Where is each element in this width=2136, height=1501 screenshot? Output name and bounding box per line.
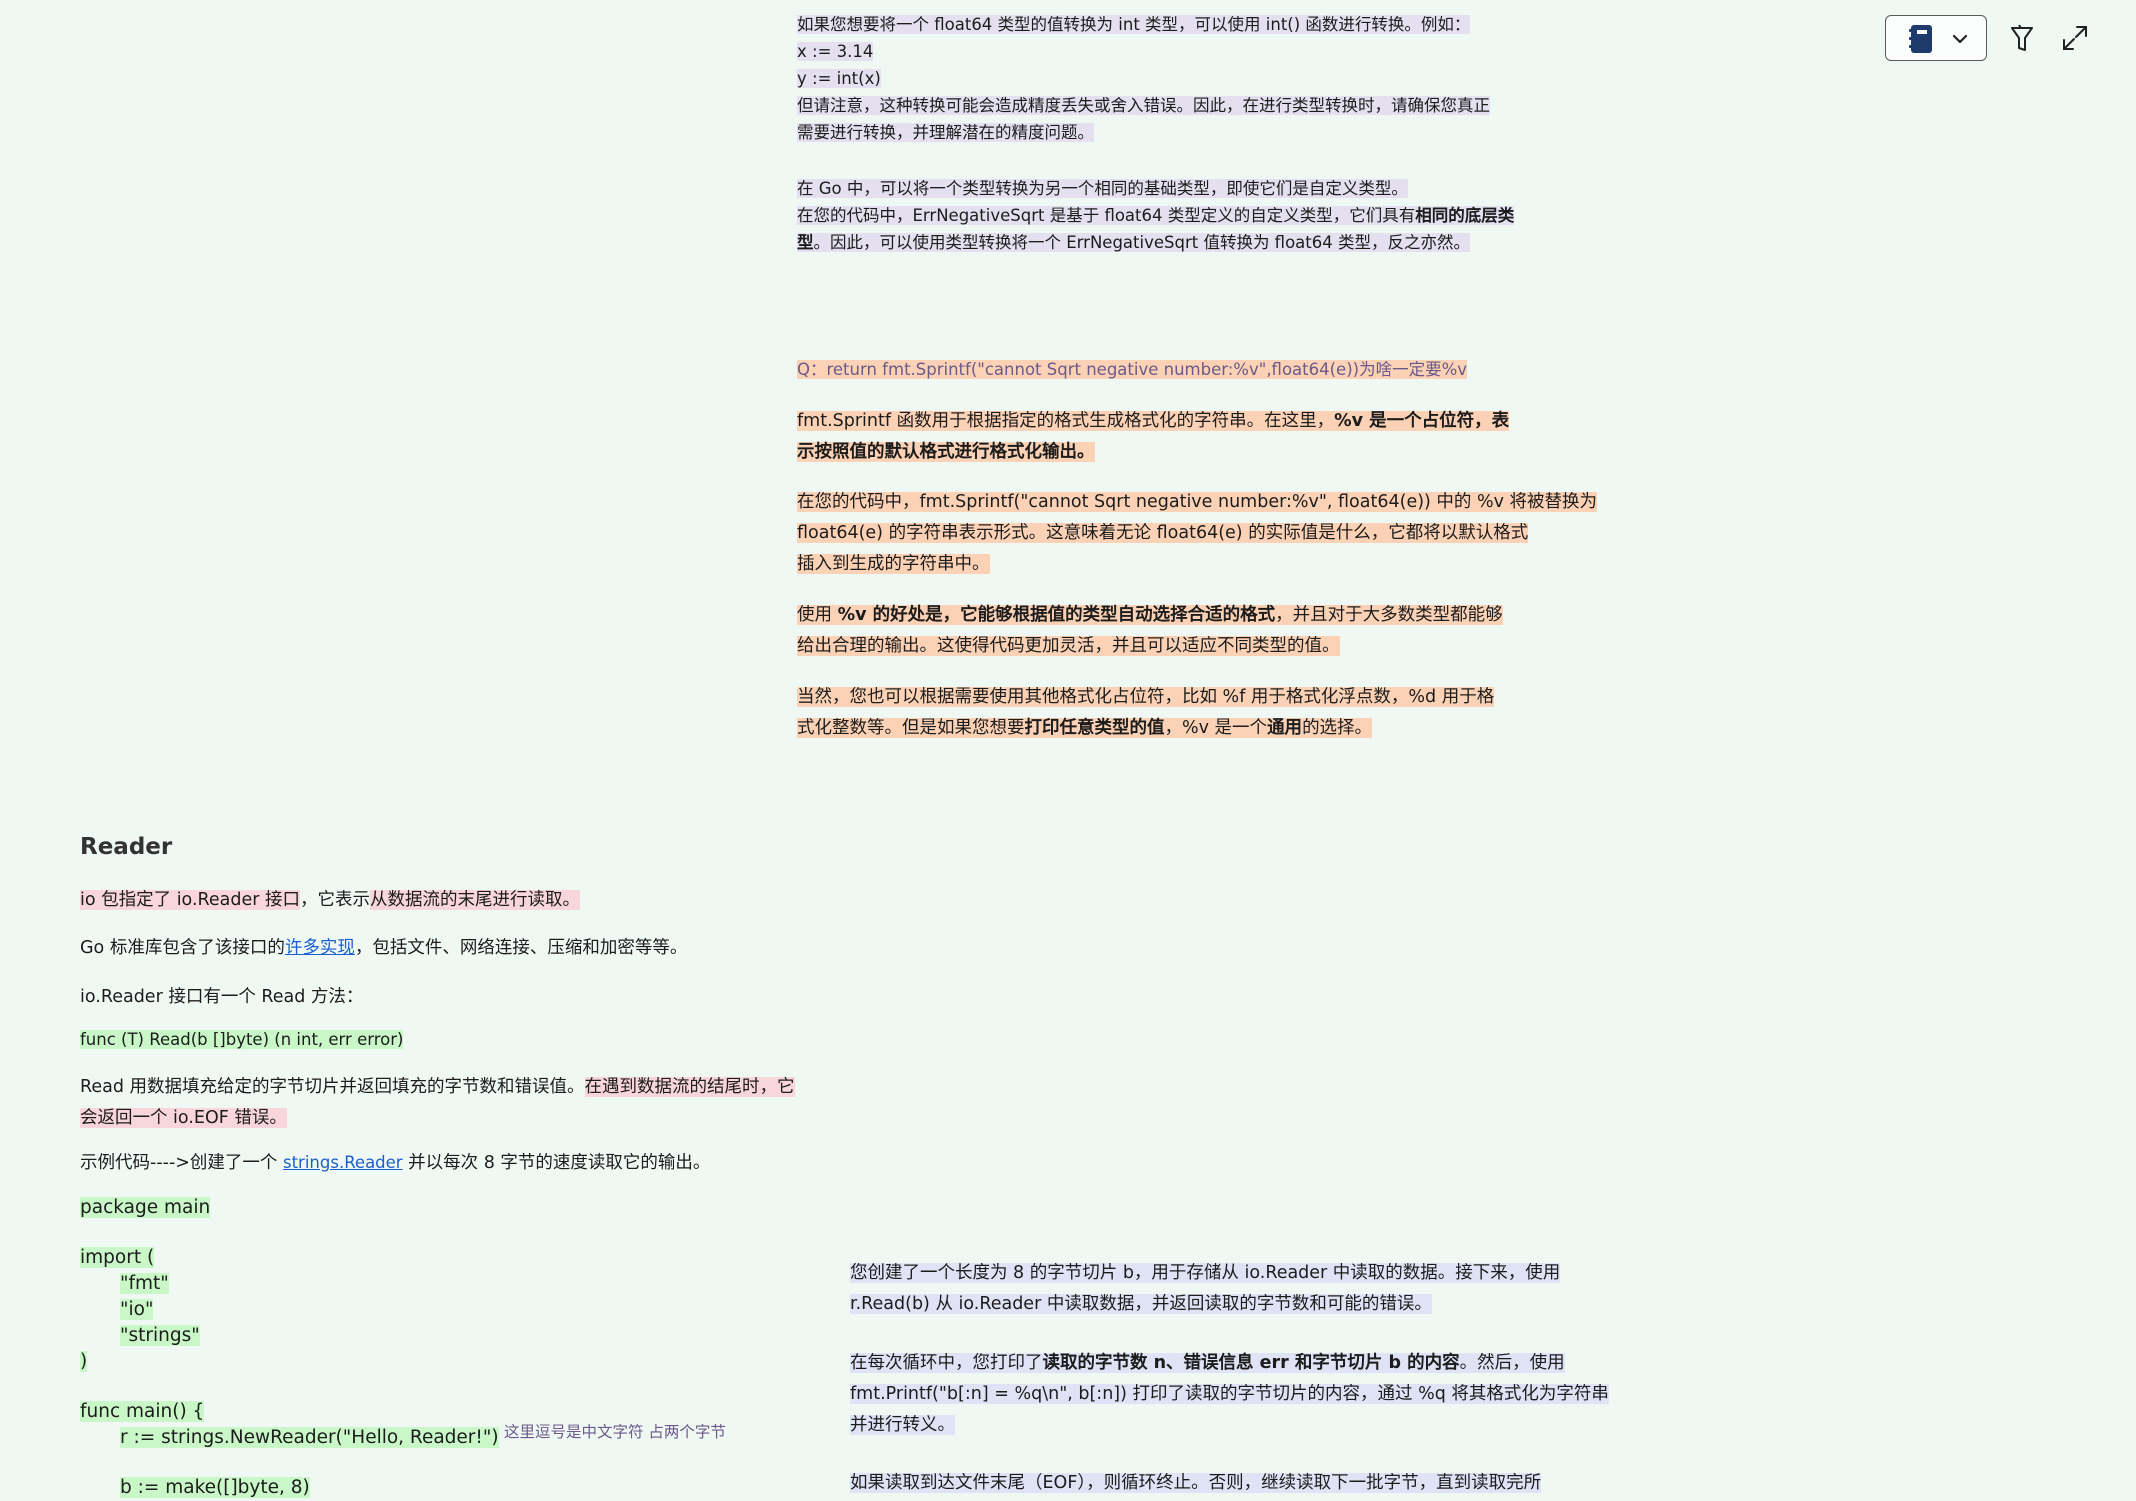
text: 插入到生成的字符串中。 bbox=[797, 554, 990, 574]
text: 示例代码---->创建了一个 bbox=[80, 1153, 283, 1173]
bold-text: 通用 bbox=[1267, 718, 1303, 738]
text: Go 标准库包含了该接口的 bbox=[80, 938, 285, 958]
text: 您创建了一个长度为 8 的字节切片 b，用于存储从 io.Reader 中读取的… bbox=[850, 1263, 1561, 1283]
bold-text: 示按照值的默认格式进行格式化输出。 bbox=[797, 442, 1095, 462]
explain-paragraph-2: 在每次循环中，您打印了读取的字节数 n、错误信息 err 和字节切片 b 的内容… bbox=[850, 1348, 1609, 1441]
text: 如果读取到达文件末尾（EOF），则循环终止。否则，继续读取下一批字节，直到读取完… bbox=[850, 1473, 1542, 1493]
text: 在遇到数据流的结尾时，它 bbox=[584, 1077, 795, 1097]
text: ，包括文件、网络连接、压缩和加密等等。 bbox=[354, 938, 688, 958]
code-signature: func (T) Read(b []byte) (n int, err erro… bbox=[80, 1030, 404, 1049]
text: 给出合理的输出。这使得代码更加灵活，并且可以适应不同类型的值。 bbox=[797, 636, 1340, 656]
bold-text: 型 bbox=[797, 233, 814, 252]
text: 当然，您也可以根据需要使用其他格式化占位符，比如 %f 用于格式化浮点数，%d … bbox=[797, 687, 1495, 707]
reader-paragraph-5: 示例代码---->创建了一个 strings.Reader 并以每次 8 字节的… bbox=[80, 1150, 710, 1176]
reader-paragraph-1: io 包指定了 io.Reader 接口，它表示从数据流的末尾进行读取。 bbox=[80, 887, 581, 913]
text: 并以每次 8 字节的速度读取它的输出。 bbox=[402, 1153, 711, 1173]
text: ，%v 是一个 bbox=[1164, 718, 1268, 738]
text: fmt.Sprintf 函数用于根据指定的格式生成格式化的字符串。在这里， bbox=[797, 411, 1335, 431]
text: r.Read(b) 从 io.Reader 中读取数据，并返回读取的字节数和可能… bbox=[850, 1294, 1432, 1314]
code-line: r := strings.NewReader("Hello, Reader!") bbox=[120, 1427, 499, 1448]
code-line: b := make([]byte, 8) bbox=[120, 1477, 310, 1498]
code-block: package main import ( "fmt" "io" "string… bbox=[80, 1195, 499, 1501]
note-line: y := int(x) bbox=[797, 69, 881, 88]
bold-text: %v 是一个占位符，表 bbox=[1334, 411, 1510, 431]
code-line: import ( bbox=[80, 1247, 155, 1268]
answer-paragraph-3: 使用 %v 的好处是，它能够根据值的类型自动选择合适的格式，并且对于大多数类型都… bbox=[797, 600, 1503, 662]
explain-paragraph-1: 您创建了一个长度为 8 的字节切片 b，用于存储从 io.Reader 中读取的… bbox=[850, 1258, 1561, 1320]
note-line: 但请注意，这种转换可能会造成精度丢失或舍入错误。因此，在进行类型转换时，请确保您… bbox=[797, 96, 1490, 115]
text: 。因此，可以使用类型转换将一个 ErrNegativeSqrt 值转换为 flo… bbox=[813, 233, 1471, 252]
chevron-down-icon[interactable] bbox=[1950, 30, 1970, 48]
implementations-link[interactable]: 许多实现 bbox=[285, 938, 355, 958]
code-line: func main() { bbox=[80, 1401, 205, 1422]
text: 会返回一个 io.EOF 错误。 bbox=[80, 1108, 287, 1128]
section-heading-reader: Reader bbox=[80, 834, 173, 860]
note-line: 型。因此，可以使用类型转换将一个 ErrNegativeSqrt 值转换为 fl… bbox=[797, 233, 1470, 252]
note-block-conversion: 如果您想要将一个 float64 类型的值转换为 int 类型，可以使用 int… bbox=[797, 11, 1515, 256]
code-line: "fmt" bbox=[120, 1273, 169, 1294]
text: fmt.Printf("b[:n] = %q\n", b[:n]) 打印了读取的… bbox=[850, 1384, 1609, 1404]
highlighter-icon[interactable] bbox=[2007, 23, 2037, 53]
reader-paragraph-2: Go 标准库包含了该接口的许多实现，包括文件、网络连接、压缩和加密等等。 bbox=[80, 935, 687, 961]
bold-text: %v 的好处是，它能够根据值的类型自动选择合适的格式 bbox=[837, 605, 1276, 625]
text: Read 用数据填充给定的字节切片并返回填充的字节数和错误值。 bbox=[80, 1077, 585, 1097]
bold-text: 打印任意类型的值 bbox=[1024, 718, 1165, 738]
notebook-selector-button[interactable] bbox=[1885, 15, 1987, 61]
question-text: Q：return fmt.Sprintf("cannot Sqrt negati… bbox=[797, 360, 1468, 379]
text: io 包指定了 io.Reader 接口 bbox=[80, 890, 301, 910]
code-line: "strings" bbox=[120, 1325, 200, 1346]
code-line: package main bbox=[80, 1197, 211, 1218]
answer-paragraph-2: 在您的代码中，fmt.Sprintf("cannot Sqrt negative… bbox=[797, 487, 1598, 580]
note-line: 如果您想要将一个 float64 类型的值转换为 int 类型，可以使用 int… bbox=[797, 15, 1471, 34]
text: float64(e) 的字符串表示形式。这意味着无论 float64(e) 的实… bbox=[797, 523, 1529, 543]
text: ，它表示 bbox=[300, 890, 371, 910]
answer-paragraph-1: fmt.Sprintf 函数用于根据指定的格式生成格式化的字符串。在这里，%v … bbox=[797, 406, 1510, 468]
notebook-icon bbox=[1909, 25, 1932, 53]
explain-paragraph-3: 如果读取到达文件末尾（EOF），则循环终止。否则，继续读取下一批字节，直到读取完… bbox=[850, 1468, 1542, 1499]
text: 。然后，使用 bbox=[1459, 1353, 1565, 1373]
strings-reader-link[interactable]: strings.Reader bbox=[283, 1153, 403, 1172]
text: ，并且对于大多数类型都能够 bbox=[1275, 605, 1503, 625]
text: 使用 bbox=[797, 605, 838, 625]
reader-paragraph-3: io.Reader 接口有一个 Read 方法： bbox=[80, 987, 364, 1007]
code-line: "io" bbox=[120, 1299, 154, 1320]
note-line: x := 3.14 bbox=[797, 42, 874, 61]
text: 式化整数等。但是如果您想要 bbox=[797, 718, 1025, 738]
text: 在每次循环中，您打印了 bbox=[850, 1353, 1043, 1373]
text: 在您的代码中，ErrNegativeSqrt 是基于 float64 类型定义的… bbox=[797, 206, 1416, 225]
bold-text: 相同的底层类 bbox=[1415, 206, 1515, 225]
text: 并进行转义。 bbox=[850, 1415, 955, 1435]
read-signature: func (T) Read(b []byte) (n int, err erro… bbox=[80, 1027, 404, 1053]
bold-text: 读取的字节数 n、错误信息 err 和字节切片 b 的内容 bbox=[1042, 1353, 1460, 1373]
answer-paragraph-4: 当然，您也可以根据需要使用其他格式化占位符，比如 %f 用于格式化浮点数，%d … bbox=[797, 682, 1495, 744]
code-annotation-note: 这里逗号是中文字符 占两个字节 bbox=[504, 1423, 726, 1441]
reader-paragraph-4: Read 用数据填充给定的字节切片并返回填充的字节数和错误值。在遇到数据流的结尾… bbox=[80, 1072, 795, 1134]
question-line: Q：return fmt.Sprintf("cannot Sqrt negati… bbox=[797, 356, 1468, 383]
text: 从数据流的末尾进行读取。 bbox=[370, 890, 581, 910]
text: 在您的代码中，fmt.Sprintf("cannot Sqrt negative… bbox=[797, 492, 1598, 512]
text: 的选择。 bbox=[1302, 718, 1373, 738]
note-line: 需要进行转换，并理解潜在的精度问题。 bbox=[797, 123, 1094, 142]
expand-icon[interactable] bbox=[2060, 23, 2090, 53]
code-line: ) bbox=[80, 1351, 88, 1372]
note-line: 在您的代码中，ErrNegativeSqrt 是基于 float64 类型定义的… bbox=[797, 206, 1515, 225]
note-line: 在 Go 中，可以将一个类型转换为另一个相同的基础类型，即使它们是自定义类型。 bbox=[797, 179, 1408, 198]
